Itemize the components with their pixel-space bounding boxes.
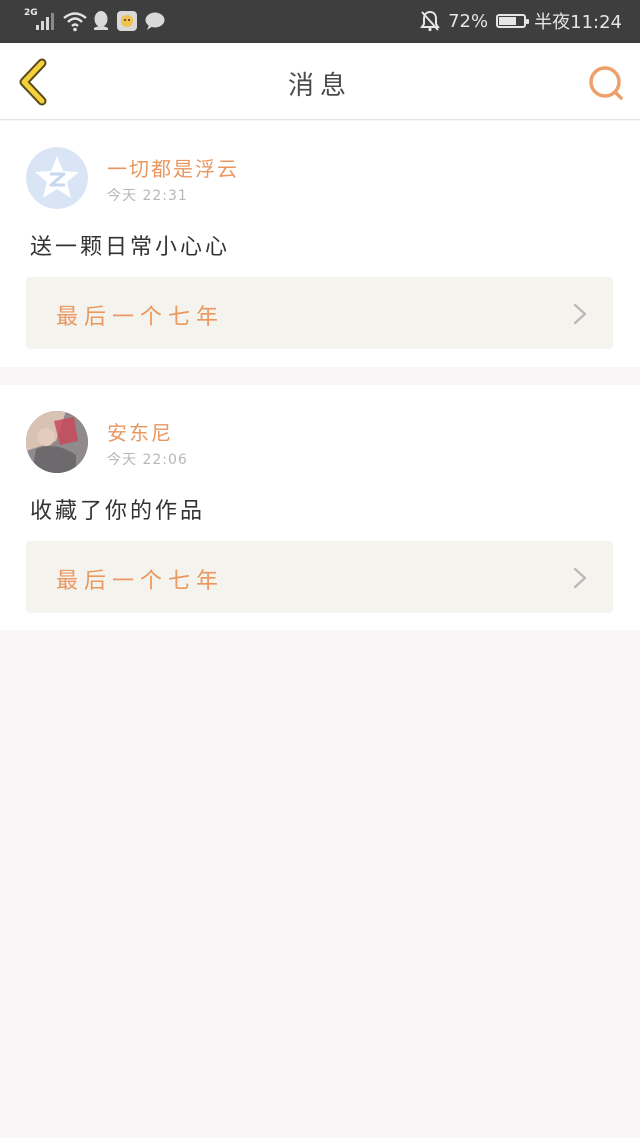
- header: 消息: [0, 43, 640, 120]
- signal-icon: 2G: [24, 8, 56, 34]
- timestamp: 今天 22:06: [107, 452, 188, 468]
- battery-icon: [496, 14, 530, 28]
- battery-percent: 72%: [448, 10, 489, 32]
- message-card[interactable]: 一切都是浮云 今天 22:31 送一颗日常小心心 最后一个七年: [0, 121, 640, 367]
- username[interactable]: 一切都是浮云: [107, 153, 239, 182]
- message-text: 收藏了你的作品: [30, 499, 206, 524]
- chevron-right-icon: [573, 303, 587, 325]
- chevron-right-icon: [573, 567, 587, 589]
- work-title: 最后一个七年: [56, 305, 225, 330]
- timestamp: 今天 22:31: [107, 188, 188, 204]
- status-time: 半夜11:24: [534, 12, 622, 33]
- status-bar: 2G 72% 半夜11:24: [0, 0, 640, 43]
- app-icon: [117, 11, 137, 31]
- search-icon: [589, 66, 623, 100]
- work-link[interactable]: 最后一个七年: [26, 277, 613, 349]
- chat-icon: [145, 12, 165, 30]
- work-link[interactable]: 最后一个七年: [26, 541, 613, 613]
- user-photo-avatar[interactable]: [26, 411, 88, 473]
- qq-icon: [94, 11, 108, 30]
- page-title: 消息: [287, 71, 352, 101]
- network-type: 2G: [24, 8, 38, 18]
- wifi-icon: [63, 12, 87, 32]
- search-button[interactable]: [586, 63, 626, 103]
- empty-area: [0, 630, 640, 1138]
- qzone-avatar-icon[interactable]: [26, 147, 88, 209]
- message-text: 送一颗日常小心心: [30, 235, 231, 260]
- status-right: 72% 半夜11:24: [420, 8, 622, 34]
- battery-fill: [499, 17, 517, 25]
- username[interactable]: 安东尼: [107, 417, 173, 446]
- bell-muted-icon: [420, 10, 440, 32]
- work-title: 最后一个七年: [56, 569, 225, 594]
- message-card[interactable]: 安东尼 今天 22:06 收藏了你的作品 最后一个七年: [0, 385, 640, 630]
